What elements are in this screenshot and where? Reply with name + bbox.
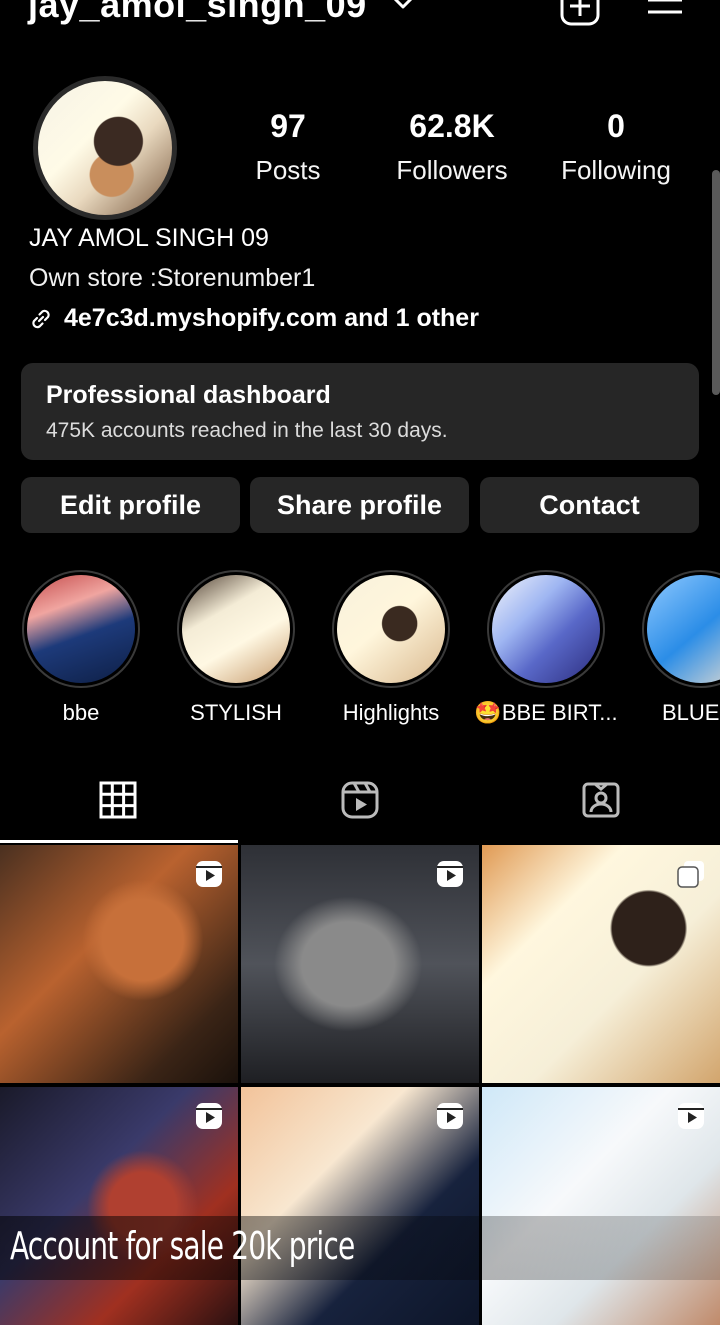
post-thumbnail[interactable] bbox=[0, 1087, 238, 1325]
post-thumbnail[interactable] bbox=[482, 1087, 720, 1325]
highlight-label: bbe bbox=[62, 700, 100, 725]
posts-stat[interactable]: 97 Posts bbox=[238, 106, 338, 188]
reels-icon bbox=[196, 1103, 222, 1129]
profile-link[interactable]: 4e7c3d.myshopify.com and 1 other bbox=[28, 304, 479, 333]
display-name: JAY AMOL SINGH 09 bbox=[29, 224, 269, 252]
sale-caption-text: Account for sale 20k price bbox=[10, 1224, 355, 1268]
post-thumbnail[interactable] bbox=[241, 845, 479, 1083]
dashboard-title: Professional dashboard bbox=[46, 381, 331, 409]
chevron-down-icon[interactable] bbox=[392, 0, 414, 12]
sale-caption-overlay: Account for sale 20k price bbox=[0, 1216, 720, 1280]
tagged-icon[interactable] bbox=[581, 780, 621, 820]
grid-icon[interactable] bbox=[98, 780, 138, 820]
link-icon bbox=[32, 309, 50, 328]
highlight-label: Highlights bbox=[342, 700, 440, 725]
followers-label: Followers bbox=[396, 155, 508, 185]
post-thumbnail[interactable] bbox=[0, 845, 238, 1083]
active-tab-indicator bbox=[0, 840, 238, 843]
avatar[interactable] bbox=[38, 81, 172, 215]
reels-icon[interactable] bbox=[340, 780, 380, 820]
bio-text: Own store :Storenumber1 bbox=[29, 264, 316, 292]
professional-dashboard-card[interactable]: Professional dashboard 475K accounts rea… bbox=[21, 363, 699, 460]
highlight-label: 🤩BBE BIRT... bbox=[474, 700, 618, 725]
posts-label: Posts bbox=[255, 155, 321, 185]
reels-icon bbox=[678, 1103, 704, 1129]
reels-icon bbox=[196, 861, 222, 887]
scrollbar[interactable] bbox=[712, 170, 720, 395]
highlight-item[interactable]: BLUE🤩 bbox=[635, 570, 720, 740]
edit-profile-button[interactable]: Edit profile bbox=[21, 477, 240, 533]
highlight-cover bbox=[492, 575, 600, 683]
add-post-icon[interactable] bbox=[560, 0, 600, 26]
followers-stat[interactable]: 62.8K Followers bbox=[382, 106, 522, 188]
following-count: 0 bbox=[607, 108, 625, 144]
dashboard-subtitle: 475K accounts reached in the last 30 day… bbox=[46, 419, 448, 442]
carousel-icon bbox=[677, 861, 704, 888]
highlight-cover bbox=[182, 575, 290, 683]
highlight-cover bbox=[27, 575, 135, 683]
highlight-cover bbox=[337, 575, 445, 683]
reels-icon bbox=[437, 1103, 463, 1129]
reels-icon bbox=[437, 861, 463, 887]
menu-icon[interactable] bbox=[646, 0, 684, 24]
contact-button[interactable]: Contact bbox=[480, 477, 699, 533]
share-profile-button[interactable]: Share profile bbox=[250, 477, 469, 533]
post-thumbnail[interactable] bbox=[482, 845, 720, 1083]
following-label: Following bbox=[561, 155, 671, 185]
highlight-label: STYLISH bbox=[190, 700, 282, 725]
posts-count: 97 bbox=[270, 108, 306, 144]
profile-link-text: 4e7c3d.myshopify.com and 1 other bbox=[64, 304, 479, 332]
highlight-label: BLUE🤩 bbox=[662, 700, 720, 725]
post-thumbnail[interactable] bbox=[241, 1087, 479, 1325]
followers-count: 62.8K bbox=[409, 108, 495, 144]
following-stat[interactable]: 0 Following bbox=[548, 106, 684, 188]
profile-username[interactable]: jay_amol_singh_09 bbox=[28, 0, 367, 26]
